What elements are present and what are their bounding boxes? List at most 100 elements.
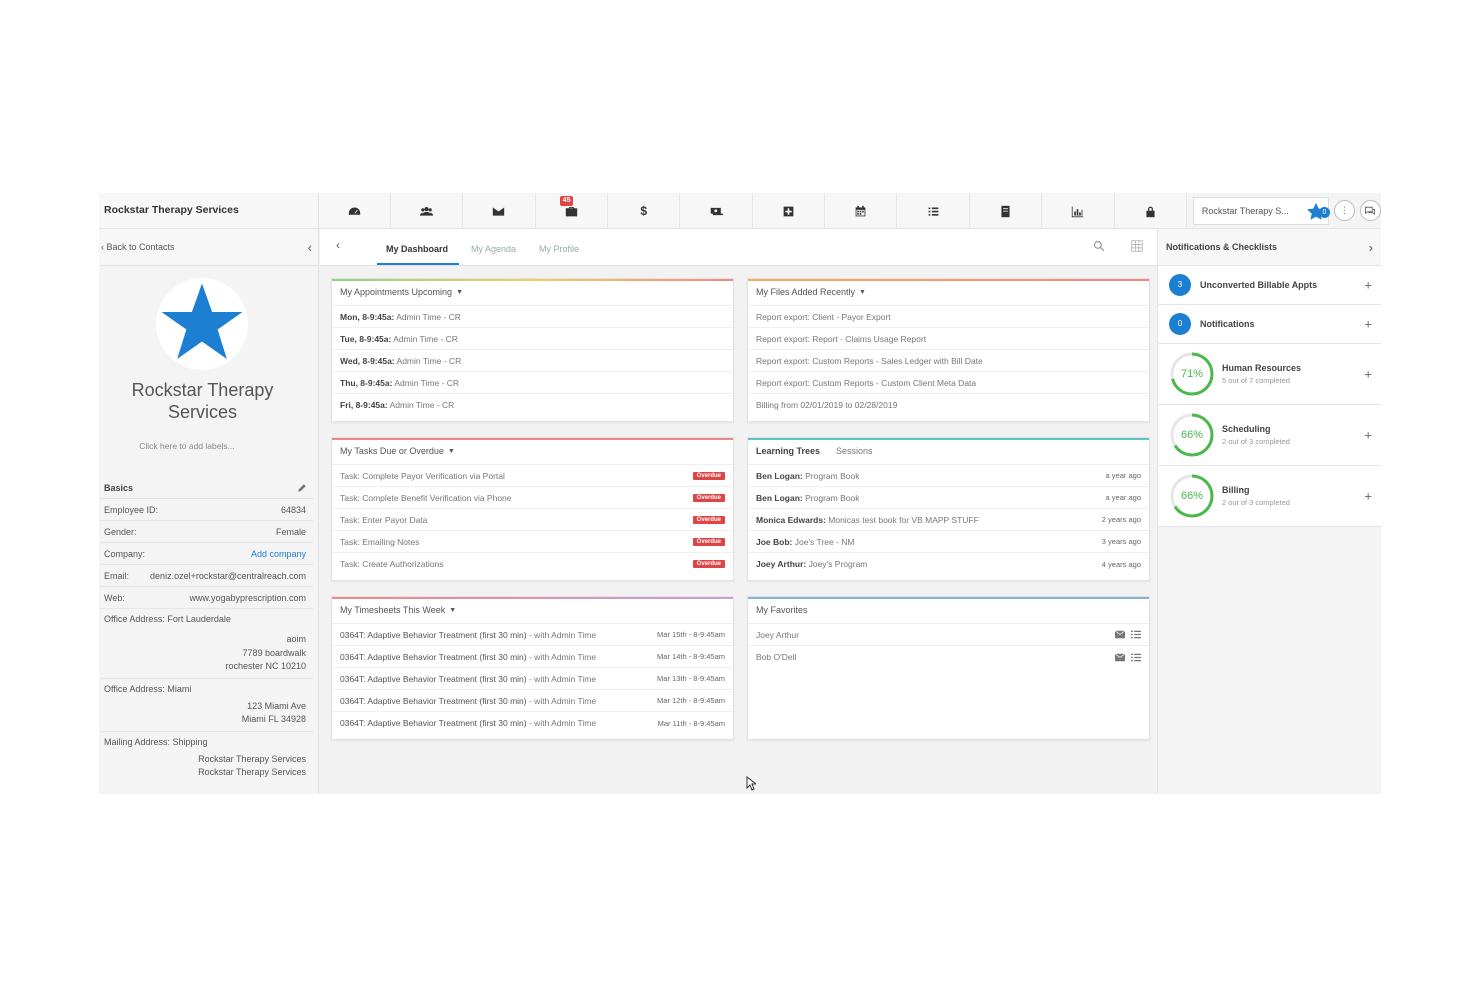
more-options-button[interactable]: ⋮	[1333, 200, 1355, 221]
plus-icon[interactable]: +	[1364, 367, 1372, 382]
grid-icon[interactable]	[1131, 240, 1143, 252]
widget-accent-bar	[332, 597, 733, 599]
medical-icon[interactable]	[753, 193, 826, 229]
envelope-icon[interactable]	[1115, 630, 1125, 639]
list-item[interactable]: Bob O'Dell	[748, 646, 1149, 668]
search-icon[interactable]	[1093, 240, 1105, 252]
address-line: rochester NC 10210	[225, 661, 306, 671]
account-switcher[interactable]: Rockstar Therapy S... 0	[1192, 196, 1330, 225]
payments-icon[interactable]	[680, 193, 753, 229]
list-item[interactable]: Task: Complete Payor Verification via Po…	[332, 465, 733, 487]
program-name: Joe's Tree - NM	[792, 536, 855, 547]
list-item[interactable]: Billing from 02/01/2019 to 02/28/2019	[748, 394, 1149, 416]
field-label: Email:	[104, 570, 130, 581]
email-value[interactable]: deniz.ozel+rockstar@centralreach.com	[150, 571, 306, 581]
files-icon[interactable]	[970, 193, 1043, 229]
lock-icon[interactable]	[1115, 193, 1187, 229]
tab-sessions[interactable]: Sessions	[836, 446, 873, 456]
address-line: aoim	[286, 634, 306, 644]
widget-title: My Files Added Recently	[756, 287, 856, 297]
files-header[interactable]: My Files Added Recently ▼	[748, 279, 1149, 306]
list-item[interactable]: Report export: Client - Payor Export	[748, 306, 1149, 328]
right-panel-header: Notifications & Checklists ›	[1157, 229, 1381, 266]
list-icon[interactable]	[1131, 653, 1141, 662]
appointments-header[interactable]: My Appointments Upcoming ▼	[332, 279, 733, 306]
plus-icon[interactable]: +	[1364, 278, 1372, 293]
table-row[interactable]: 0364T: Adaptive Behavior Treatment (firs…	[332, 712, 733, 734]
collapse-left-icon[interactable]: ‹	[308, 240, 312, 255]
briefcase-icon[interactable]: 45	[536, 193, 609, 229]
tab-learning-trees[interactable]: Learning Trees	[756, 446, 820, 456]
list-item[interactable]: Task: Emailing Notes Overdue	[332, 531, 733, 553]
chat-button[interactable]	[1359, 200, 1381, 221]
tab-my-agenda[interactable]: My Agenda	[471, 244, 516, 254]
list-item[interactable]: Thu, 8-9:45a: Admin Time - CR	[332, 372, 733, 394]
tab-my-profile[interactable]: My Profile	[539, 244, 579, 254]
address-title: Office Address: Miami	[104, 683, 192, 694]
list-item[interactable]: Report export: Report - Claims Usage Rep…	[748, 328, 1149, 350]
address-line: Rockstar Therapy Services	[198, 767, 306, 777]
messages-icon[interactable]	[463, 193, 536, 229]
plus-icon[interactable]: +	[1364, 428, 1372, 443]
contacts-icon[interactable]	[391, 193, 464, 229]
list-item[interactable]: Joey Arthur	[748, 624, 1149, 646]
tasks-header[interactable]: My Tasks Due or Overdue ▼	[332, 438, 733, 465]
envelope-icon[interactable]	[1115, 652, 1125, 662]
checklist-human-resources[interactable]: 71% Human Resources 5 out of 7 completed …	[1158, 344, 1381, 405]
back-to-contacts-link[interactable]: ‹ Back to Contacts	[101, 242, 175, 252]
list-icon[interactable]	[1131, 630, 1141, 639]
list-item[interactable]: Task: Enter Payor Data Overdue	[332, 509, 733, 531]
timesheets-header[interactable]: My Timesheets This Week ▼	[332, 597, 733, 624]
pencil-icon[interactable]	[297, 483, 307, 493]
web-value[interactable]: www.yogabyprescription.com	[189, 593, 306, 603]
overdue-badge: Overdue	[692, 560, 725, 568]
appt-day: Wed, 8-9:45a:	[340, 355, 395, 366]
add-labels-link[interactable]: Click here to add labels...	[99, 441, 275, 451]
address-title: Office Address: Fort Lauderdale	[104, 614, 231, 624]
timesheet-date: Mar 13th - 8-9:45am	[657, 674, 725, 683]
list-item[interactable]: Mon, 8-9:45a: Admin Time - CR	[332, 306, 733, 328]
program-name: Program Book	[802, 492, 860, 503]
list-item[interactable]: Tue, 8-9:45a: Admin Time - CR	[332, 328, 733, 350]
list-item[interactable]: Monica Edwards: Monicas test book for VB…	[748, 509, 1149, 531]
table-row[interactable]: 0364T: Adaptive Behavior Treatment (firs…	[332, 690, 733, 712]
checklist-scheduling[interactable]: 66% Scheduling 2 out of 3 completed +	[1158, 405, 1381, 466]
program-name: Monicas test book for VB MAPP STUFF	[825, 514, 979, 525]
list-item[interactable]: Joe Bob: Joe's Tree - NM 3 years ago	[748, 531, 1149, 553]
add-company-link[interactable]: Add company	[251, 549, 306, 559]
chevron-right-icon[interactable]: ›	[1369, 240, 1373, 255]
top-nav-bar: Rockstar Therapy Services 45 $ Rockstar …	[99, 193, 1381, 229]
list-item[interactable]: Wed, 8-9:45a: Admin Time - CR	[332, 350, 733, 372]
table-row[interactable]: 0364T: Adaptive Behavior Treatment (firs…	[332, 646, 733, 668]
checklists-panel: 3 Unconverted Billable Appts + 0 Notific…	[1157, 266, 1381, 794]
list-item[interactable]: Report export: Custom Reports - Sales Le…	[748, 350, 1149, 372]
widget-title: My Appointments Upcoming	[340, 287, 453, 297]
widget-accent-bar	[748, 279, 1149, 281]
list-item[interactable]: Report export: Custom Reports - Custom C…	[748, 372, 1149, 394]
billing-icon[interactable]: $	[608, 193, 681, 229]
plus-icon[interactable]: +	[1364, 317, 1372, 332]
account-area: Rockstar Therapy S... 0 ⋮	[1186, 193, 1381, 228]
table-row[interactable]: 0364T: Adaptive Behavior Treatment (firs…	[332, 624, 733, 646]
dashboard-icon[interactable]	[319, 193, 391, 229]
calendar-icon[interactable]	[825, 193, 898, 229]
checklist-billing[interactable]: 66% Billing 2 out of 3 completed +	[1158, 466, 1381, 527]
plus-icon[interactable]: +	[1364, 489, 1372, 504]
web-row: Web: www.yogabyprescription.com	[99, 587, 313, 609]
table-row[interactable]: 0364T: Adaptive Behavior Treatment (firs…	[332, 668, 733, 690]
tasks-icon[interactable]	[897, 193, 970, 229]
list-item[interactable]: Ben Logan: Program Book a year ago	[748, 465, 1149, 487]
list-item[interactable]: Task: Create Authorizations Overdue	[332, 553, 733, 575]
unconverted-appts-row[interactable]: 3 Unconverted Billable Appts +	[1158, 266, 1381, 305]
list-item[interactable]: Joey Arthur: Joey's Program 4 years ago	[748, 553, 1149, 575]
list-item[interactable]: Task: Complete Benefit Verification via …	[332, 487, 733, 509]
list-item[interactable]: Ben Logan: Program Book a year ago	[748, 487, 1149, 509]
notifications-row[interactable]: 0 Notifications +	[1158, 305, 1381, 344]
chevron-left-icon[interactable]: ‹	[336, 238, 340, 252]
caret-down-icon: ▼	[447, 447, 455, 455]
progress-percent: 66%	[1180, 429, 1204, 441]
reports-icon[interactable]	[1042, 193, 1115, 229]
provider: - with Admin Time	[526, 695, 597, 706]
tab-my-dashboard[interactable]: My Dashboard	[386, 244, 448, 254]
list-item[interactable]: Fri, 8-9:45a: Admin Time - CR	[332, 394, 733, 416]
